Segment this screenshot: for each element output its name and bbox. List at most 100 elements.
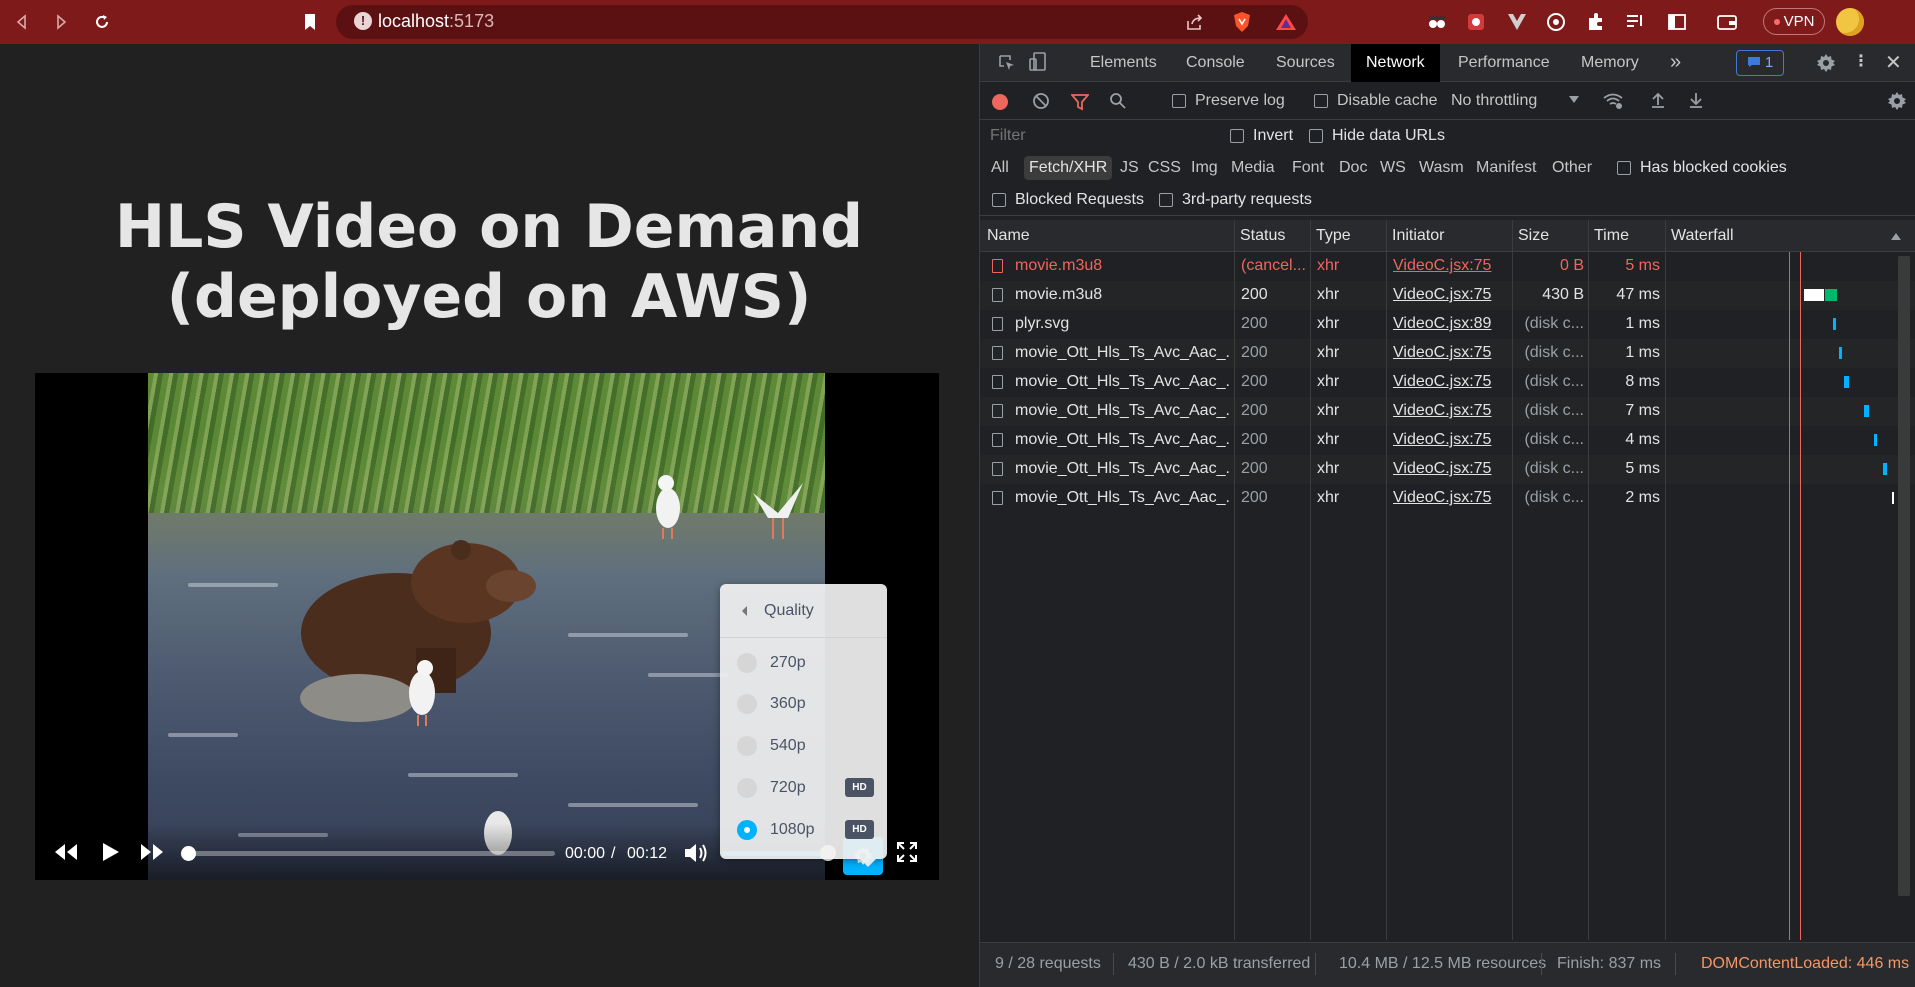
quality-radio-selected[interactable]: [737, 820, 757, 840]
vue-devtools-icon[interactable]: [1505, 10, 1529, 34]
filter-funnel-icon[interactable]: [1070, 93, 1090, 116]
extension-red-icon[interactable]: [1464, 10, 1488, 34]
table-row[interactable]: movie_Ott_Hls_Ts_Avc_Aac_... 200 xhr VideoC…: [980, 339, 1915, 368]
cell-name[interactable]: movie_Ott_Hls_Ts_Avc_Aac_...: [1015, 344, 1230, 362]
clear-icon[interactable]: [1032, 92, 1050, 115]
type-fetch-xhr[interactable]: Fetch/XHR: [1024, 156, 1113, 180]
sort-ascending-icon[interactable]: [1891, 233, 1901, 240]
column-initiator[interactable]: Initiator: [1392, 227, 1444, 245]
quality-radio[interactable]: [737, 653, 757, 673]
type-font[interactable]: Font: [1292, 156, 1324, 180]
column-time[interactable]: Time: [1594, 227, 1629, 245]
volume-icon[interactable]: [683, 841, 709, 870]
wallet-icon[interactable]: [1715, 10, 1739, 34]
import-har-icon[interactable]: [1650, 91, 1666, 114]
type-ws[interactable]: WS: [1380, 156, 1406, 180]
devtools-settings-icon[interactable]: [1816, 53, 1836, 78]
type-media[interactable]: Media: [1231, 156, 1275, 180]
column-divider[interactable]: [1234, 220, 1235, 940]
quality-option-540p[interactable]: 540p: [720, 727, 887, 765]
site-info-icon[interactable]: !: [354, 12, 372, 30]
kebab-menu-icon[interactable]: ⋮: [1853, 51, 1869, 71]
type-doc[interactable]: Doc: [1339, 156, 1367, 180]
type-js[interactable]: JS: [1120, 156, 1139, 180]
back-icon[interactable]: [10, 10, 34, 34]
cell-name[interactable]: movie_Ott_Hls_Ts_Avc_Aac_...: [1015, 460, 1230, 478]
dropdown-arrow-icon[interactable]: [1569, 96, 1579, 103]
record-button[interactable]: [992, 94, 1008, 110]
quality-option-720p[interactable]: 720p HD: [720, 769, 887, 807]
has-blocked-cookies-checkbox[interactable]: [1617, 161, 1631, 175]
bookmark-icon[interactable]: [298, 10, 322, 34]
preserve-log-checkbox[interactable]: [1172, 94, 1186, 108]
column-type[interactable]: Type: [1316, 227, 1351, 245]
column-divider[interactable]: [1512, 220, 1513, 940]
playlist-icon[interactable]: [1623, 10, 1647, 34]
type-all[interactable]: All: [991, 156, 1009, 180]
table-row[interactable]: movie_Ott_Hls_Ts_Avc_Aac_... 200 xhr VideoC…: [980, 397, 1915, 426]
type-img[interactable]: Img: [1191, 156, 1218, 180]
url-text[interactable]: localhost:5173: [378, 11, 494, 32]
brave-shields-icon[interactable]: [1230, 10, 1254, 34]
table-row[interactable]: plyr.svg 200 xhr VideoC.jsx:89 (disk c... 1 m…: [980, 310, 1915, 339]
cell-name[interactable]: plyr.svg: [1015, 315, 1230, 333]
disable-cache-checkbox[interactable]: [1314, 94, 1328, 108]
search-icon[interactable]: [1109, 92, 1127, 115]
table-row[interactable]: movie_Ott_Hls_Ts_Avc_Aac_... 200 xhr VideoC…: [980, 426, 1915, 455]
export-har-icon[interactable]: [1688, 91, 1704, 114]
forward-icon[interactable]: [49, 10, 73, 34]
cell-name[interactable]: movie_Ott_Hls_Ts_Avc_Aac_...: [1015, 431, 1230, 449]
cell-initiator[interactable]: VideoC.jsx:75: [1393, 257, 1508, 275]
cell-initiator[interactable]: VideoC.jsx:75: [1393, 344, 1508, 362]
play-icon[interactable]: [99, 841, 121, 868]
tab-console[interactable]: Console: [1186, 54, 1245, 72]
cell-name[interactable]: movie_Ott_Hls_Ts_Avc_Aac_...: [1015, 489, 1230, 507]
quality-option-360p[interactable]: 360p: [720, 685, 887, 723]
column-divider[interactable]: [1386, 220, 1387, 940]
vpn-button[interactable]: VPN: [1763, 8, 1825, 35]
table-row[interactable]: movie.m3u8 200 xhr VideoC.jsx:75 430 B 47 ms: [980, 281, 1915, 310]
blocked-requests-checkbox[interactable]: [992, 193, 1006, 207]
throttling-select[interactable]: No throttling: [1451, 92, 1537, 110]
tab-sources[interactable]: Sources: [1276, 54, 1335, 72]
rewind-icon[interactable]: [53, 841, 79, 868]
quality-radio[interactable]: [737, 736, 757, 756]
issues-badge[interactable]: 1: [1736, 50, 1784, 76]
seek-thumb[interactable]: [181, 846, 196, 861]
filter-input[interactable]: [986, 124, 1190, 148]
cell-name[interactable]: movie_Ott_Hls_Ts_Avc_Aac_...: [1015, 402, 1230, 420]
type-other[interactable]: Other: [1552, 156, 1592, 180]
extensions-puzzle-icon[interactable]: [1584, 10, 1608, 34]
tab-network[interactable]: Network: [1351, 44, 1440, 82]
seek-bar[interactable]: [188, 851, 555, 856]
fullscreen-icon[interactable]: [896, 841, 918, 868]
profile-avatar[interactable]: [1836, 8, 1864, 36]
column-waterfall[interactable]: Waterfall: [1671, 227, 1734, 245]
cell-initiator[interactable]: VideoC.jsx:75: [1393, 460, 1508, 478]
device-toolbar-icon[interactable]: [1029, 52, 1047, 77]
table-row[interactable]: movie_Ott_Hls_Ts_Avc_Aac_... 200 xhr VideoC…: [980, 455, 1915, 484]
tab-elements[interactable]: Elements: [1090, 54, 1157, 72]
cell-name[interactable]: movie_Ott_Hls_Ts_Avc_Aac_...: [1015, 373, 1230, 391]
extension-spy-icon[interactable]: [1425, 10, 1449, 34]
fast-forward-icon[interactable]: [139, 841, 165, 868]
type-wasm[interactable]: Wasm: [1419, 156, 1464, 180]
cell-initiator[interactable]: VideoC.jsx:89: [1393, 315, 1508, 333]
third-party-checkbox[interactable]: [1159, 193, 1173, 207]
quality-option-270p[interactable]: 270p: [720, 644, 887, 682]
quality-radio[interactable]: [737, 694, 757, 714]
quality-back-button[interactable]: Quality: [720, 584, 887, 638]
column-size[interactable]: Size: [1518, 227, 1549, 245]
column-divider[interactable]: [1310, 220, 1311, 940]
column-name[interactable]: Name: [987, 227, 1030, 245]
cell-initiator[interactable]: VideoC.jsx:75: [1393, 489, 1508, 507]
invert-checkbox[interactable]: [1230, 129, 1244, 143]
tab-memory[interactable]: Memory: [1581, 54, 1639, 72]
cell-initiator[interactable]: VideoC.jsx:75: [1393, 286, 1508, 304]
quality-option-1080p[interactable]: 1080p HD: [720, 811, 887, 849]
close-devtools-icon[interactable]: ✕: [1885, 50, 1902, 75]
cell-initiator[interactable]: VideoC.jsx:75: [1393, 431, 1508, 449]
cell-initiator[interactable]: VideoC.jsx:75: [1393, 373, 1508, 391]
cell-name[interactable]: movie.m3u8: [1015, 257, 1230, 275]
target-icon[interactable]: [1544, 10, 1568, 34]
